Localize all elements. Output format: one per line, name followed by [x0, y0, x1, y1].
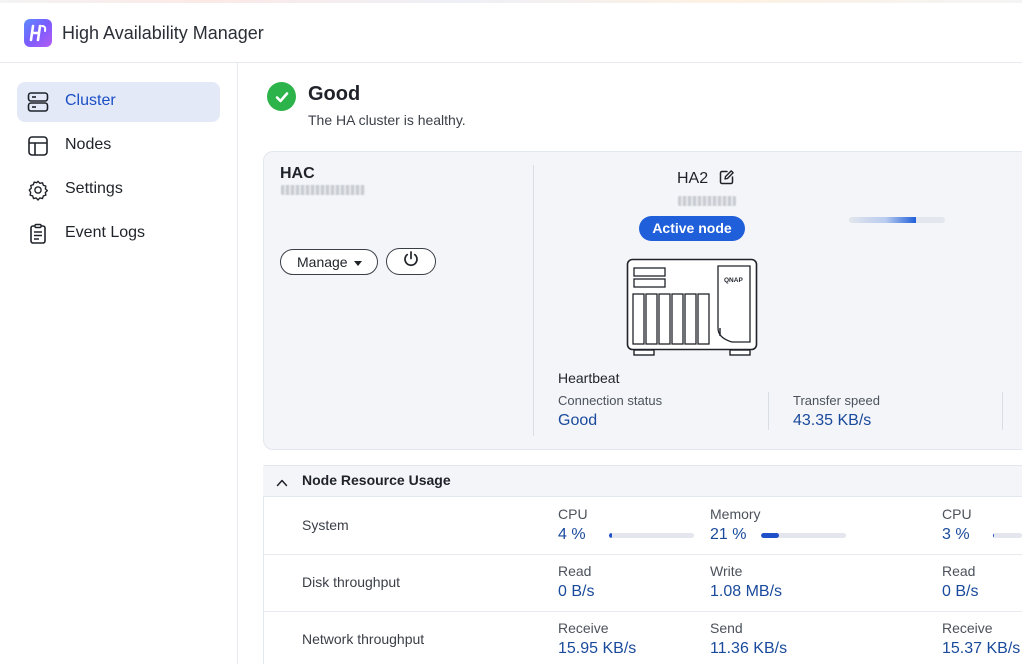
app-title: High Availability Manager [62, 23, 264, 43]
metric-label: Write [710, 563, 743, 579]
metric-label: CPU [558, 506, 588, 522]
node-name: HA2 [677, 170, 709, 187]
connection-status-value: Good [558, 412, 598, 429]
gear-icon [27, 179, 49, 201]
check-circle-icon [267, 82, 296, 111]
cluster-name: HAC [280, 165, 315, 182]
sidebar-item-cluster[interactable]: Cluster [17, 82, 220, 122]
metric-value: 4 % [558, 526, 586, 543]
metric-value: 15.95 KB/s [558, 640, 637, 657]
card-divider [533, 165, 534, 436]
sidebar-item-settings[interactable]: Settings [17, 170, 220, 210]
metric-value: 15.37 KB/s [942, 640, 1021, 657]
metric-label: Read [942, 563, 976, 579]
server-stack-icon [27, 91, 49, 113]
log-icon [27, 223, 49, 245]
sidebar-item-label: Cluster [65, 92, 116, 109]
nodes-icon [27, 135, 49, 157]
app-header: High Availability Manager [0, 3, 1022, 63]
sidebar-item-label: Nodes [65, 136, 112, 153]
sync-progress-bar [849, 217, 945, 223]
metric-value: 0 B/s [558, 583, 595, 600]
heartbeat-divider [1002, 392, 1003, 430]
cluster-ip-redacted [281, 185, 365, 195]
metric-label: CPU [942, 506, 972, 522]
heartbeat-divider [768, 392, 769, 430]
qnap-logo: QNAP [724, 277, 743, 284]
transfer-speed-label: Transfer speed [793, 393, 880, 408]
status-title: Good [308, 83, 361, 105]
power-icon [402, 250, 420, 273]
caret-down-icon [354, 261, 362, 266]
row-divider [264, 611, 1022, 612]
connection-status-label: Connection status [558, 393, 663, 408]
cpu-usage-fill [993, 533, 994, 538]
metric-value: 3 % [942, 526, 970, 543]
metric-value: 21 % [710, 526, 747, 543]
manage-button-label: Manage [297, 254, 348, 270]
edit-icon[interactable] [718, 169, 735, 186]
sync-progress-fill [849, 217, 917, 223]
metric-value: 1.08 MB/s [710, 583, 783, 600]
memory-usage-fill [761, 533, 779, 538]
active-node-badge: Active node [639, 216, 745, 241]
metric-label: Receive [558, 620, 609, 636]
metric-value: 11.36 KB/s [710, 640, 788, 657]
row-label-disk-throughput: Disk throughput [302, 574, 401, 590]
sidebar-item-nodes[interactable]: Nodes [17, 126, 220, 166]
chevron-up-icon[interactable] [276, 476, 288, 488]
row-label-network-throughput: Network throughput [302, 631, 425, 647]
sidebar-item-label: Event Logs [65, 224, 146, 241]
status-message: The HA cluster is healthy. [308, 112, 466, 128]
row-label-system: System [302, 517, 349, 533]
metric-label: Send [710, 620, 743, 636]
row-divider [264, 554, 1022, 555]
sidebar-item-label: Settings [65, 180, 123, 197]
ha-logo-icon [24, 19, 52, 47]
transfer-speed-value: 43.35 KB/s [793, 412, 872, 429]
cpu-usage-bar [993, 533, 1022, 538]
metric-value: 0 B/s [942, 583, 979, 600]
cpu-usage-fill [609, 533, 613, 538]
resource-usage-title: Node Resource Usage [302, 472, 451, 488]
manage-button[interactable]: Manage [280, 249, 378, 275]
memory-usage-bar [761, 533, 846, 538]
metric-label: Memory [710, 506, 761, 522]
sidebar-item-event-logs[interactable]: Event Logs [17, 214, 220, 254]
node-ip-redacted [678, 196, 736, 206]
power-button[interactable] [386, 248, 436, 275]
heartbeat-title: Heartbeat [558, 370, 620, 386]
metric-label: Receive [942, 620, 993, 636]
metric-label: Read [558, 563, 592, 579]
cpu-usage-bar [609, 533, 694, 538]
nas-device-illustration: QNAP [626, 258, 758, 358]
